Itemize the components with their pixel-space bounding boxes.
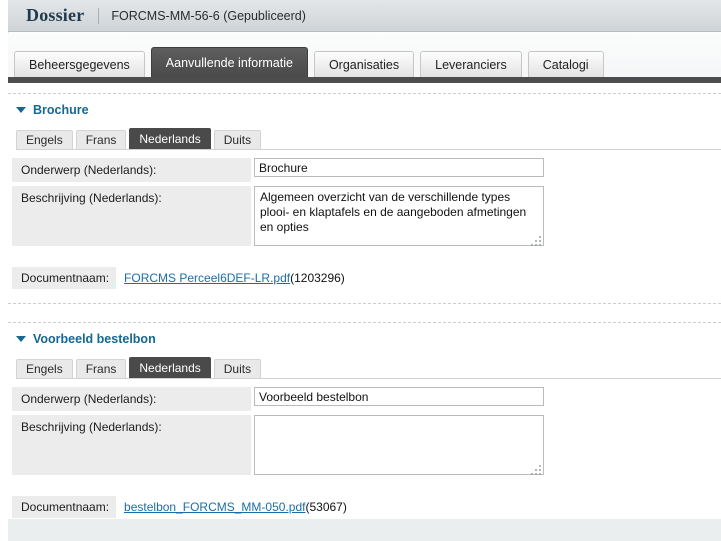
label-beschrijving: Beschrijving (Nederlands): <box>12 186 251 246</box>
langtab-engels[interactable]: Engels <box>16 359 73 378</box>
spacer-mid <box>8 289 721 303</box>
langtab-nederlands[interactable]: Nederlands <box>129 357 211 378</box>
row-beschrijving: Beschrijving (Nederlands): <box>8 415 721 478</box>
onderwerp-input[interactable] <box>254 387 544 406</box>
language-tablist: Engels Frans Nederlands Duits <box>16 357 721 378</box>
langtab-frans[interactable]: Frans <box>75 130 127 149</box>
section-header-brochure[interactable]: Brochure <box>8 94 721 117</box>
beschrijving-textarea-wrap <box>254 415 544 478</box>
field-onderwerp <box>251 158 544 177</box>
main-tablist: Beheersgegevens Aanvullende informatie O… <box>14 47 604 77</box>
langtab-nederlands[interactable]: Nederlands <box>129 128 211 149</box>
field-onderwerp <box>251 387 544 406</box>
document-size: (1203296) <box>290 271 345 285</box>
langtab-frans[interactable]: Frans <box>75 359 127 378</box>
tab-aanvullende-informatie[interactable]: Aanvullende informatie <box>150 47 308 77</box>
row-onderwerp: Onderwerp (Nederlands): <box>8 387 721 411</box>
dossier-reference: FORCMS-MM-56-6 (Gepubliceerd) <box>111 8 306 23</box>
document-row-brochure: Documentnaam: FORCMS Perceel6DEF-LR.pdf(… <box>8 267 721 289</box>
chevron-down-icon[interactable] <box>16 336 26 342</box>
language-tablist: Engels Frans Nederlands Duits <box>16 128 721 149</box>
document-size: (53067) <box>305 500 347 514</box>
beschrijving-textarea[interactable] <box>254 415 544 475</box>
langtab-duits[interactable]: Duits <box>213 359 262 378</box>
section-header-voorbeeld-bestelbon[interactable]: Voorbeeld bestelbon <box>8 323 721 346</box>
language-tabs-underline <box>16 378 721 379</box>
document-link[interactable]: FORCMS Perceel6DEF-LR.pdf <box>124 271 290 285</box>
page-title: Dossier <box>26 5 85 25</box>
beschrijving-textarea[interactable]: Algemeen overzicht van de verschillende … <box>254 186 544 246</box>
row-beschrijving: Beschrijving (Nederlands): Algemeen over… <box>8 186 721 249</box>
header-divider <box>98 7 100 24</box>
document-value: FORCMS Perceel6DEF-LR.pdf(1203296) <box>116 271 345 285</box>
section-title-label: Voorbeeld bestelbon <box>33 332 156 346</box>
spacer-top <box>8 83 721 93</box>
tab-leveranciers[interactable]: Leveranciers <box>420 51 522 77</box>
onderwerp-input[interactable] <box>254 158 544 177</box>
label-documentnaam: Documentnaam: <box>12 267 117 289</box>
language-tabs-brochure: Engels Frans Nederlands Duits <box>8 128 721 150</box>
document-row-bestelbon: Documentnaam: bestelbon_FORCMS_MM-050.pd… <box>8 496 721 518</box>
section-brochure: Brochure Engels Frans Nederlands Duits O… <box>8 94 721 289</box>
label-onderwerp: Onderwerp (Nederlands): <box>12 387 251 411</box>
tab-beheersgegevens[interactable]: Beheersgegevens <box>14 51 145 77</box>
row-onderwerp: Onderwerp (Nederlands): <box>8 158 721 182</box>
label-beschrijving: Beschrijving (Nederlands): <box>12 415 251 475</box>
form-bestelbon: Onderwerp (Nederlands): Beschrijving (Ne… <box>8 387 721 478</box>
label-onderwerp: Onderwerp (Nederlands): <box>12 158 251 182</box>
beschrijving-textarea-wrap: Algemeen overzicht van de verschillende … <box>254 186 544 249</box>
main-tabstrip: Beheersgegevens Aanvullende informatie O… <box>8 33 721 83</box>
form-brochure: Onderwerp (Nederlands): Beschrijving (Ne… <box>8 158 721 249</box>
content-area: Brochure Engels Frans Nederlands Duits O… <box>8 83 721 541</box>
field-beschrijving <box>251 415 544 478</box>
spacer-mid-2 <box>8 304 721 322</box>
language-tabs-bestelbon: Engels Frans Nederlands Duits <box>8 357 721 379</box>
section-voorbeeld-bestelbon: Voorbeeld bestelbon Engels Frans Nederla… <box>8 323 721 518</box>
field-beschrijving: Algemeen overzicht van de verschillende … <box>251 186 544 249</box>
section-title-label: Brochure <box>33 103 89 117</box>
language-tabs-underline <box>16 149 721 150</box>
document-value: bestelbon_FORCMS_MM-050.pdf(53067) <box>116 500 347 514</box>
page-header: Dossier FORCMS-MM-56-6 (Gepubliceerd) <box>8 0 721 32</box>
langtab-duits[interactable]: Duits <box>213 130 262 149</box>
tab-organisaties[interactable]: Organisaties <box>313 51 415 77</box>
footer-band <box>8 519 721 541</box>
label-documentnaam: Documentnaam: <box>12 496 117 518</box>
tab-catalogi[interactable]: Catalogi <box>527 51 604 77</box>
document-link[interactable]: bestelbon_FORCMS_MM-050.pdf <box>124 500 305 514</box>
chevron-down-icon[interactable] <box>16 107 26 113</box>
application-window: Dossier FORCMS-MM-56-6 (Gepubliceerd) Be… <box>0 0 721 541</box>
langtab-engels[interactable]: Engels <box>16 130 73 149</box>
